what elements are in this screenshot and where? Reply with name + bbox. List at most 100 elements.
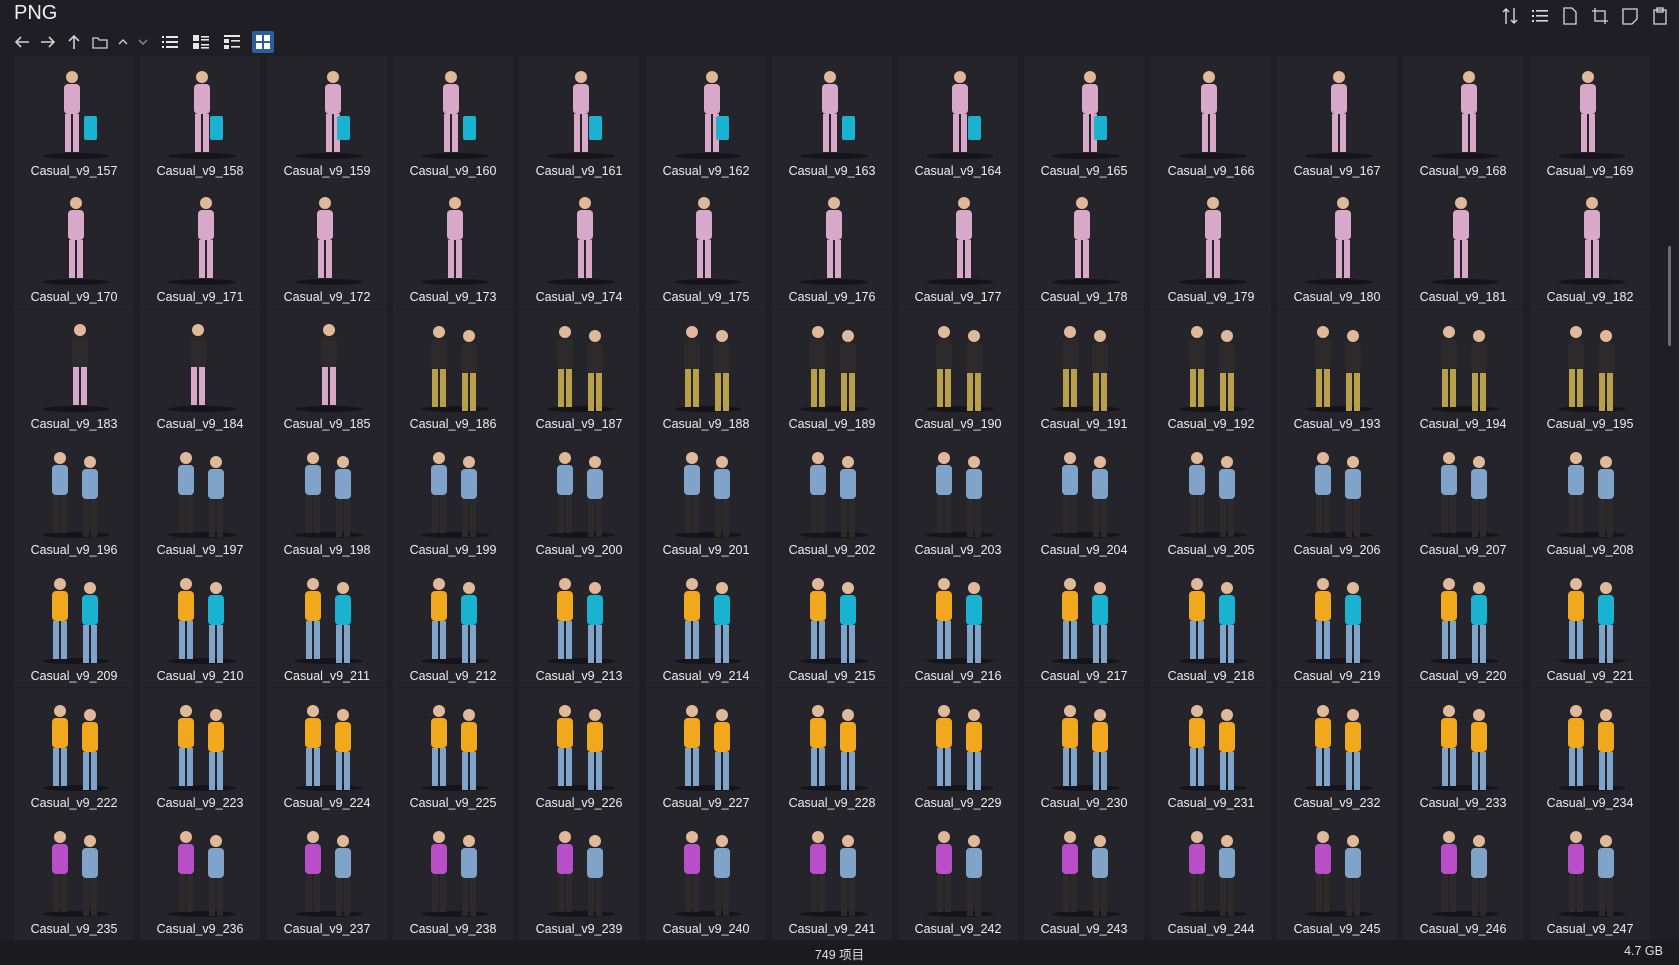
file-thumbnail[interactable]: Casual_v9_231 <box>1151 688 1271 814</box>
file-thumbnail[interactable]: Casual_v9_219 <box>1277 561 1397 687</box>
details-view-button[interactable] <box>159 31 181 53</box>
file-thumbnail[interactable]: Casual_v9_195 <box>1530 309 1650 435</box>
file-thumbnail[interactable]: Casual_v9_185 <box>267 309 387 435</box>
file-thumbnail[interactable]: Casual_v9_178 <box>1024 182 1144 308</box>
file-thumbnail[interactable]: Casual_v9_216 <box>898 561 1018 687</box>
file-thumbnail[interactable]: Casual_v9_165 <box>1024 56 1144 182</box>
file-thumbnail[interactable]: Casual_v9_240 <box>646 814 766 940</box>
file-thumbnail[interactable]: Casual_v9_194 <box>1403 309 1523 435</box>
file-thumbnail[interactable]: Casual_v9_164 <box>898 56 1018 182</box>
file-thumbnail[interactable]: Casual_v9_180 <box>1277 182 1397 308</box>
file-thumbnail[interactable]: Casual_v9_205 <box>1151 435 1271 561</box>
file-thumbnail[interactable]: Casual_v9_241 <box>772 814 892 940</box>
file-thumbnail[interactable]: Casual_v9_238 <box>393 814 513 940</box>
file-thumbnail[interactable]: Casual_v9_212 <box>393 561 513 687</box>
file-thumbnail[interactable]: Casual_v9_184 <box>140 309 260 435</box>
file-thumbnail[interactable]: Casual_v9_214 <box>646 561 766 687</box>
file-thumbnail[interactable]: Casual_v9_202 <box>772 435 892 561</box>
expand-button[interactable] <box>136 31 150 53</box>
file-thumbnail[interactable]: Casual_v9_209 <box>14 561 134 687</box>
back-button[interactable] <box>12 31 32 53</box>
file-thumbnail[interactable]: Casual_v9_234 <box>1530 688 1650 814</box>
file-thumbnail[interactable]: Casual_v9_242 <box>898 814 1018 940</box>
file-thumbnail[interactable]: Casual_v9_175 <box>646 182 766 308</box>
file-thumbnail[interactable]: Casual_v9_168 <box>1403 56 1523 182</box>
file-thumbnail[interactable]: Casual_v9_173 <box>393 182 513 308</box>
file-thumbnail[interactable]: Casual_v9_198 <box>267 435 387 561</box>
file-thumbnail[interactable]: Casual_v9_181 <box>1403 182 1523 308</box>
file-thumbnail[interactable]: Casual_v9_162 <box>646 56 766 182</box>
file-thumbnail[interactable]: Casual_v9_200 <box>519 435 639 561</box>
file-thumbnail[interactable]: Casual_v9_188 <box>646 309 766 435</box>
file-thumbnail[interactable]: Casual_v9_192 <box>1151 309 1271 435</box>
file-thumbnail[interactable]: Casual_v9_221 <box>1530 561 1650 687</box>
file-thumbnail[interactable]: Casual_v9_244 <box>1151 814 1271 940</box>
open-folder-button[interactable] <box>90 31 110 53</box>
file-thumbnail[interactable]: Casual_v9_191 <box>1024 309 1144 435</box>
file-thumbnail[interactable]: Casual_v9_229 <box>898 688 1018 814</box>
new-file-button[interactable] <box>1561 6 1579 26</box>
up-button[interactable] <box>64 31 84 53</box>
file-thumbnail[interactable]: Casual_v9_247 <box>1530 814 1650 940</box>
file-thumbnail[interactable]: Casual_v9_197 <box>140 435 260 561</box>
file-thumbnail[interactable]: Casual_v9_235 <box>14 814 134 940</box>
file-thumbnail[interactable]: Casual_v9_232 <box>1277 688 1397 814</box>
file-thumbnail[interactable]: Casual_v9_225 <box>393 688 513 814</box>
scrollbar-track[interactable] <box>1667 60 1673 940</box>
file-thumbnail[interactable]: Casual_v9_243 <box>1024 814 1144 940</box>
file-thumbnail[interactable]: Casual_v9_170 <box>14 182 134 308</box>
file-thumbnail[interactable]: Casual_v9_208 <box>1530 435 1650 561</box>
file-thumbnail[interactable]: Casual_v9_226 <box>519 688 639 814</box>
file-thumbnail[interactable]: Casual_v9_176 <box>772 182 892 308</box>
file-thumbnail[interactable]: Casual_v9_220 <box>1403 561 1523 687</box>
file-thumbnail[interactable]: Casual_v9_182 <box>1530 182 1650 308</box>
forward-button[interactable] <box>38 31 58 53</box>
file-thumbnail[interactable]: Casual_v9_207 <box>1403 435 1523 561</box>
clipboard-button[interactable] <box>1651 6 1669 26</box>
file-thumbnail[interactable]: Casual_v9_177 <box>898 182 1018 308</box>
file-thumbnail[interactable]: Casual_v9_233 <box>1403 688 1523 814</box>
file-thumbnail[interactable]: Casual_v9_213 <box>519 561 639 687</box>
file-thumbnail[interactable]: Casual_v9_169 <box>1530 56 1650 182</box>
file-thumbnail[interactable]: Casual_v9_196 <box>14 435 134 561</box>
file-thumbnail[interactable]: Casual_v9_172 <box>267 182 387 308</box>
file-thumbnail[interactable]: Casual_v9_211 <box>267 561 387 687</box>
file-thumbnail[interactable]: Casual_v9_199 <box>393 435 513 561</box>
file-thumbnail[interactable]: Casual_v9_166 <box>1151 56 1271 182</box>
file-thumbnail[interactable]: Casual_v9_239 <box>519 814 639 940</box>
file-thumbnail[interactable]: Casual_v9_210 <box>140 561 260 687</box>
file-thumbnail[interactable]: Casual_v9_167 <box>1277 56 1397 182</box>
list-view-button[interactable] <box>190 31 212 53</box>
file-thumbnail[interactable]: Casual_v9_160 <box>393 56 513 182</box>
file-thumbnail[interactable]: Casual_v9_158 <box>140 56 260 182</box>
file-thumbnail[interactable]: Casual_v9_218 <box>1151 561 1271 687</box>
file-thumbnail[interactable]: Casual_v9_206 <box>1277 435 1397 561</box>
file-thumbnail[interactable]: Casual_v9_230 <box>1024 688 1144 814</box>
file-thumbnail[interactable]: Casual_v9_217 <box>1024 561 1144 687</box>
file-thumbnail[interactable]: Casual_v9_224 <box>267 688 387 814</box>
file-thumbnail[interactable]: Casual_v9_189 <box>772 309 892 435</box>
file-thumbnail[interactable]: Casual_v9_183 <box>14 309 134 435</box>
panel-button[interactable] <box>1621 6 1639 26</box>
file-thumbnail[interactable]: Casual_v9_215 <box>772 561 892 687</box>
file-thumbnail[interactable]: Casual_v9_157 <box>14 56 134 182</box>
file-thumbnail[interactable]: Casual_v9_187 <box>519 309 639 435</box>
tree-view-button[interactable] <box>221 31 243 53</box>
sort-button[interactable] <box>1501 6 1519 26</box>
file-thumbnail[interactable]: Casual_v9_204 <box>1024 435 1144 561</box>
file-thumbnail[interactable]: Casual_v9_222 <box>14 688 134 814</box>
file-thumbnail[interactable]: Casual_v9_193 <box>1277 309 1397 435</box>
thumbnail-view-button[interactable] <box>252 31 274 53</box>
file-thumbnail[interactable]: Casual_v9_245 <box>1277 814 1397 940</box>
collapse-button[interactable] <box>116 31 130 53</box>
file-thumbnail[interactable]: Casual_v9_227 <box>646 688 766 814</box>
file-thumbnail[interactable]: Casual_v9_201 <box>646 435 766 561</box>
file-thumbnail[interactable]: Casual_v9_203 <box>898 435 1018 561</box>
file-thumbnail[interactable]: Casual_v9_228 <box>772 688 892 814</box>
file-thumbnail[interactable]: Casual_v9_161 <box>519 56 639 182</box>
file-thumbnail[interactable]: Casual_v9_159 <box>267 56 387 182</box>
crop-button[interactable] <box>1591 6 1609 26</box>
file-thumbnail[interactable]: Casual_v9_237 <box>267 814 387 940</box>
file-thumbnail[interactable]: Casual_v9_163 <box>772 56 892 182</box>
file-thumbnail[interactable]: Casual_v9_236 <box>140 814 260 940</box>
